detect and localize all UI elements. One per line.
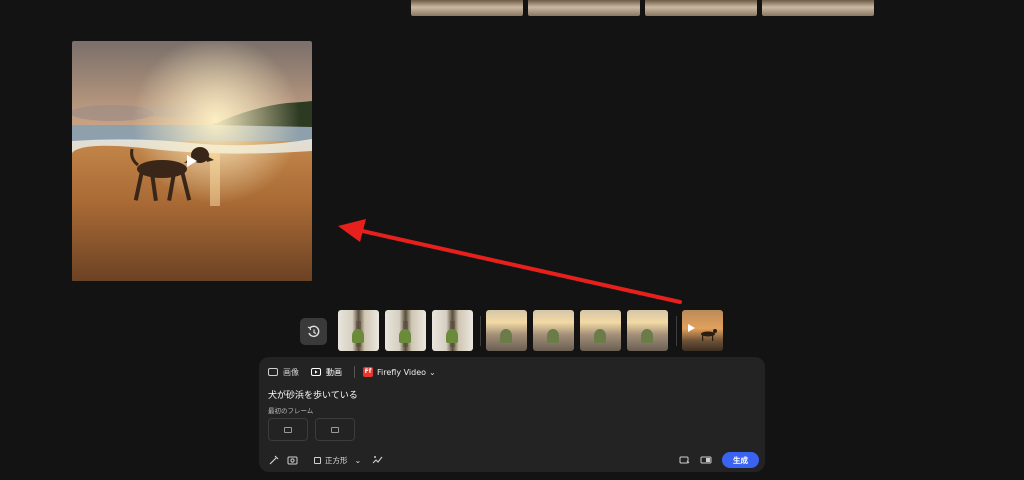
result-thumbnail[interactable]: [528, 0, 640, 16]
mode-tabs: 画像 動画 Ff Firefly Video ⌄: [268, 364, 436, 380]
chevron-down-icon: ⌄: [429, 367, 436, 377]
image-upload-icon: [331, 426, 339, 433]
settings-wand-icon[interactable]: [268, 454, 280, 466]
play-icon: [688, 324, 717, 341]
tab-image[interactable]: 画像: [268, 367, 299, 378]
aspect-ratio-selector[interactable]: 正方形 ⌄: [314, 455, 361, 466]
divider: [480, 316, 481, 346]
thumbnail[interactable]: [385, 310, 426, 351]
last-frame-upload[interactable]: [315, 418, 355, 441]
camera-settings-icon[interactable]: [286, 454, 298, 466]
video-settings-icon[interactable]: [700, 454, 712, 466]
thumbnail-selected-video[interactable]: [682, 310, 723, 351]
motion-icon[interactable]: [371, 454, 383, 466]
panel-toolbar: 正方形 ⌄ 生成: [268, 452, 759, 468]
aspect-ratio-label: 正方形: [325, 455, 348, 465]
model-name: Firefly Video: [377, 367, 427, 377]
prompt-input[interactable]: 犬が砂浜を歩いている: [268, 388, 358, 401]
generation-thumbnails: [0, 310, 1024, 351]
reference-image-icon[interactable]: [678, 454, 690, 466]
firefly-logo-icon: Ff: [363, 367, 373, 377]
thumbnail[interactable]: [580, 310, 621, 351]
video-preview[interactable]: [72, 41, 312, 281]
square-icon: [314, 456, 321, 464]
chevron-down-icon: ⌄: [354, 455, 362, 465]
thumbnail[interactable]: [627, 310, 668, 351]
divider: [354, 366, 355, 378]
play-icon[interactable]: [186, 154, 198, 168]
image-upload-icon: [284, 426, 292, 433]
result-thumbnail[interactable]: [762, 0, 874, 16]
result-thumbnail[interactable]: [645, 0, 757, 16]
thumbnail[interactable]: [338, 310, 379, 351]
first-frame-upload[interactable]: [268, 418, 308, 441]
tab-video[interactable]: 動画: [311, 367, 342, 378]
tab-video-label: 動画: [326, 367, 342, 377]
tab-image-label: 画像: [283, 367, 299, 377]
prompt-panel: 画像 動画 Ff Firefly Video ⌄ 犬が砂浜を歩いている 最初のフ…: [259, 357, 765, 472]
model-selector[interactable]: Ff Firefly Video ⌄: [363, 367, 436, 377]
generate-button[interactable]: 生成: [722, 452, 759, 468]
result-thumbnail[interactable]: [411, 0, 523, 16]
thumbnail[interactable]: [533, 310, 574, 351]
previous-results-strip: [411, 0, 874, 16]
thumbnail[interactable]: [432, 310, 473, 351]
video-icon: [311, 368, 321, 376]
image-icon: [268, 368, 278, 376]
thumbnail[interactable]: [486, 310, 527, 351]
first-frame-label: 最初のフレーム: [268, 407, 314, 415]
divider: [676, 316, 677, 346]
